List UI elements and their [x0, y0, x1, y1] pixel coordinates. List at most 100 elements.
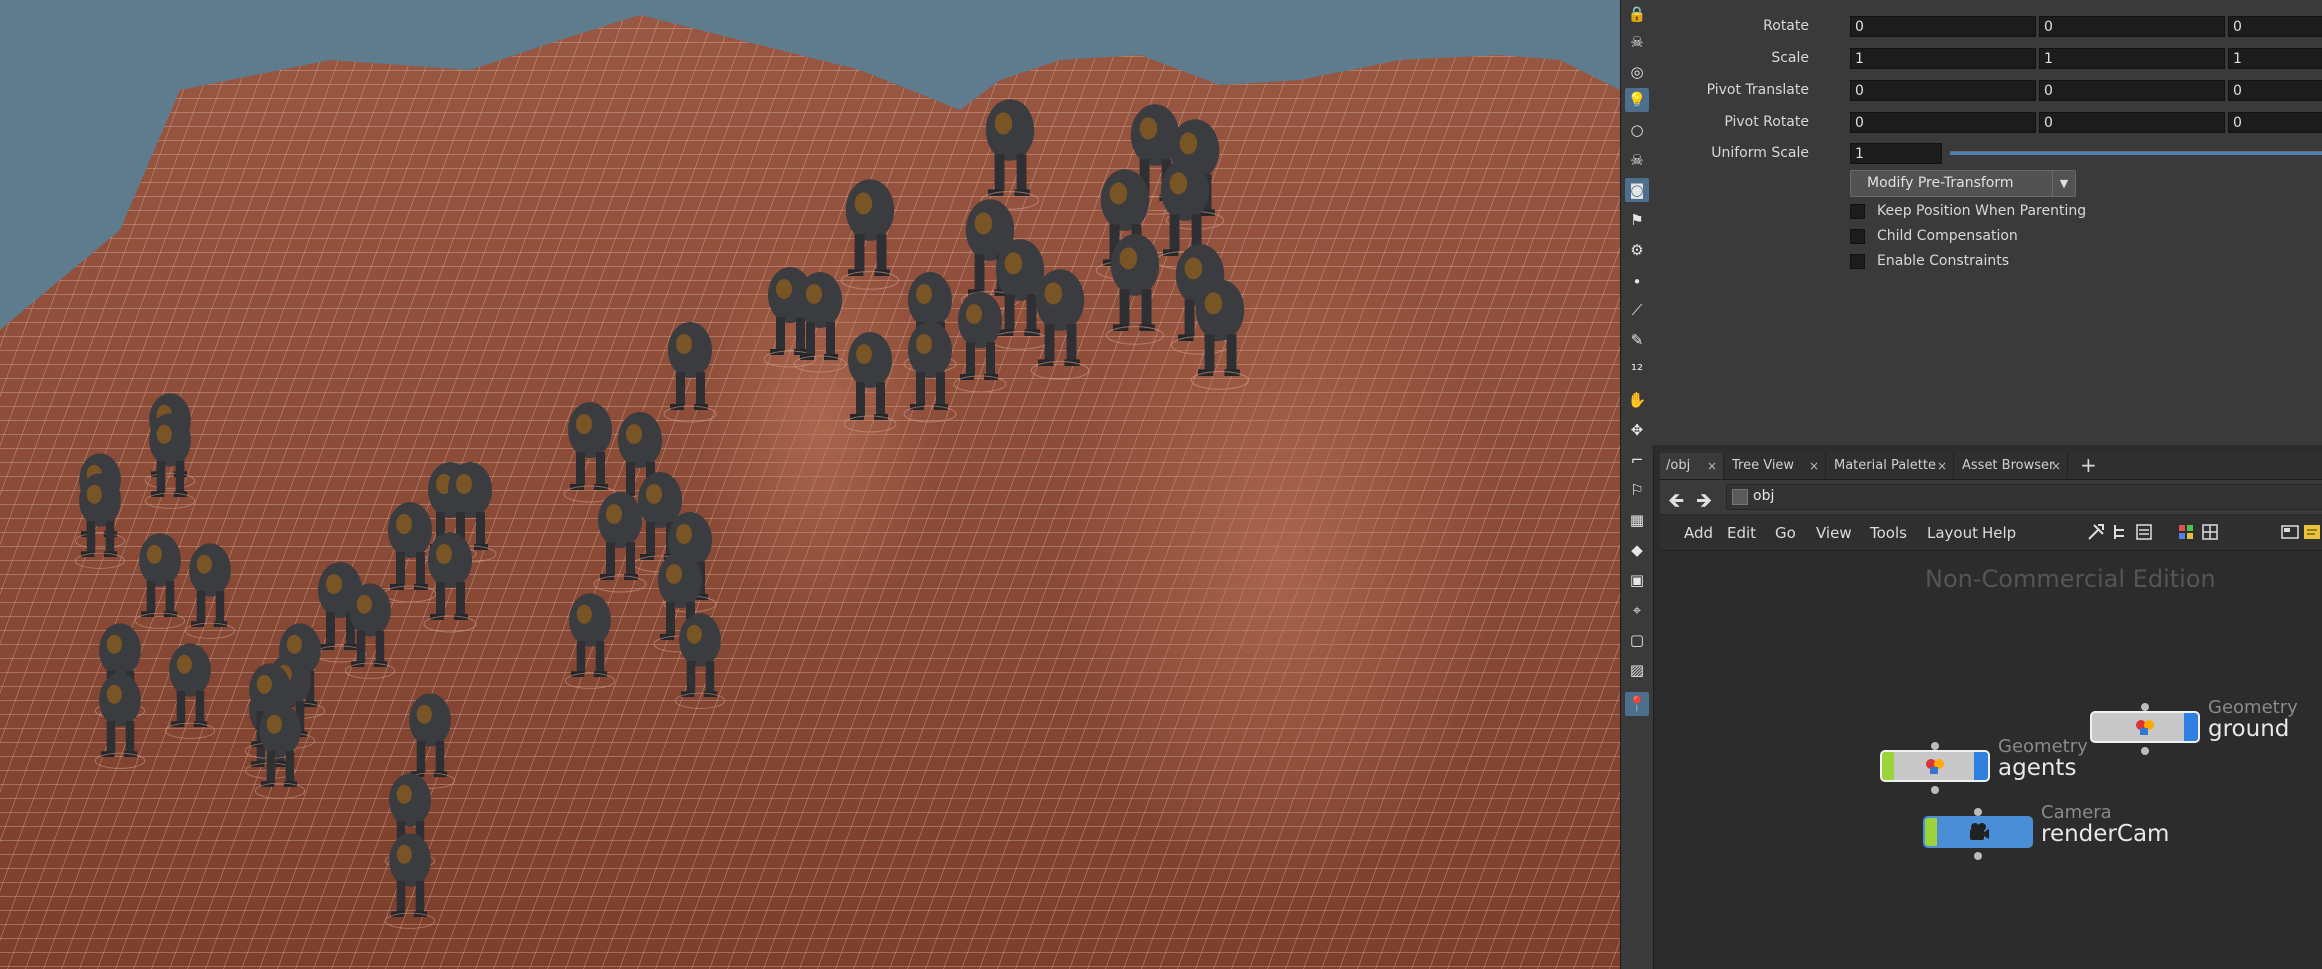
checkbox[interactable]: [1850, 204, 1865, 219]
node-display-flag[interactable]: [1925, 818, 1937, 846]
bulb-icon[interactable]: 💡: [1625, 88, 1649, 112]
parameter-pane: Rotate 0 0 0 Scale 1 1 1 Pivot Translate 0 0 0 Pivot…: [1652, 0, 2322, 445]
param-label: Pivot Translate: [1706, 82, 1809, 98]
grab-icon[interactable]: ✥: [1625, 418, 1649, 442]
checkbox[interactable]: [1850, 229, 1865, 244]
param-row-rotate: Rotate 0 0 0: [1652, 14, 2322, 38]
param-field[interactable]: 0: [2228, 16, 2322, 37]
corner-icon[interactable]: ⌐: [1625, 448, 1649, 472]
tab-asset-browser[interactable]: Asset Browser ×: [1956, 453, 2068, 479]
lock-icon[interactable]: 🔒: [1625, 2, 1649, 26]
modify-pre-transform-button[interactable]: Modify Pre-Transform ▼: [1850, 170, 2076, 197]
param-field[interactable]: 0: [2228, 80, 2322, 101]
pen-icon[interactable]: ✎: [1625, 328, 1649, 352]
diamond-icon[interactable]: ◆: [1625, 538, 1649, 562]
menu-add[interactable]: Add: [1684, 524, 1713, 542]
node-render-flag[interactable]: [2184, 713, 2198, 741]
network-editor[interactable]: Non-Commercial Edition Geometry ground G…: [1660, 551, 2322, 969]
param-row-pivot-rotate: Pivot Rotate 0 0 0: [1652, 110, 2322, 134]
close-icon[interactable]: ×: [2051, 453, 2061, 479]
uniform-scale-slider[interactable]: [1950, 151, 2322, 155]
param-field[interactable]: 1: [2039, 48, 2225, 69]
camera-rig-icon[interactable]: ⚙: [1625, 238, 1649, 262]
forward-arrow-icon[interactable]: 🡺: [1696, 486, 1712, 520]
brush-icon[interactable]: ⟋: [1625, 298, 1649, 322]
box-icon[interactable]: ▢: [1625, 628, 1649, 652]
node-body[interactable]: [2090, 711, 2200, 743]
node-render-flag[interactable]: [1974, 752, 1988, 780]
skull-outline-icon[interactable]: ☠: [1625, 148, 1649, 172]
point-icon[interactable]: ⌖: [1625, 598, 1649, 622]
menu-tools[interactable]: Tools: [1870, 524, 1907, 542]
back-arrow-icon[interactable]: 🡸: [1668, 486, 1684, 520]
bulb-outline-icon[interactable]: ○: [1625, 118, 1649, 142]
param-field[interactable]: 0: [2039, 80, 2225, 101]
menu-help[interactable]: Help: [1982, 524, 2016, 542]
wrench-icon[interactable]: [2086, 522, 2106, 542]
node-name-label: renderCam: [2041, 821, 2170, 847]
tree-icon[interactable]: [2110, 522, 2130, 542]
network-tab-bar: /obj × Tree View × Material Palette × Asset…: [1660, 451, 2322, 480]
node-input-connector[interactable]: [2141, 703, 2149, 711]
list-icon[interactable]: [2134, 522, 2154, 542]
param-field[interactable]: 0: [1850, 16, 2036, 37]
uniform-scale-field[interactable]: 1: [1850, 143, 1942, 164]
node-display-flag[interactable]: [2092, 713, 2104, 741]
menu-view[interactable]: View: [1816, 524, 1852, 542]
tab-tree-view[interactable]: Tree View ×: [1726, 453, 1826, 479]
add-tab-button[interactable]: +: [2080, 453, 2097, 477]
network-menu-bar: Add Edit Go View Tools Layout Help: [1660, 516, 2322, 551]
close-icon[interactable]: ×: [1809, 453, 1819, 479]
node-body[interactable]: [1923, 816, 2033, 848]
color-palette-icon[interactable]: [2176, 522, 2196, 542]
param-field[interactable]: 0: [2039, 16, 2225, 37]
node-output-connector[interactable]: [1974, 852, 1982, 860]
param-field[interactable]: 0: [2228, 112, 2322, 133]
param-field[interactable]: 0: [1850, 112, 2036, 133]
image-icon[interactable]: ▨: [1625, 658, 1649, 682]
node-input-connector[interactable]: [1931, 742, 1939, 750]
hand-icon[interactable]: ✋: [1625, 388, 1649, 412]
pin-icon[interactable]: 📍: [1625, 692, 1649, 716]
param-field[interactable]: 1: [2228, 48, 2322, 69]
geometry-icon: [1926, 759, 1944, 774]
tab-obj[interactable]: /obj ×: [1660, 453, 1724, 479]
close-icon[interactable]: ×: [1707, 453, 1717, 479]
modify-pre-transform-label: Modify Pre-Transform: [1867, 175, 2014, 191]
node-type-label: Camera: [2041, 802, 2112, 823]
node-body[interactable]: [1880, 750, 1990, 782]
flag-icon[interactable]: ⚐: [1625, 478, 1649, 502]
param-field[interactable]: 0: [1850, 80, 2036, 101]
tab-material-palette[interactable]: Material Palette ×: [1828, 453, 1954, 479]
checkbox[interactable]: [1850, 254, 1865, 269]
node-input-connector[interactable]: [1974, 808, 1982, 816]
checkbox-label: Child Compensation: [1877, 228, 2018, 244]
scene-viewport[interactable]: [0, 0, 1620, 969]
spotlight-icon[interactable]: ⚑: [1625, 208, 1649, 232]
param-field[interactable]: 1: [1850, 48, 2036, 69]
checker-icon[interactable]: ▦: [1625, 508, 1649, 532]
number-icon[interactable]: ¹²: [1625, 358, 1649, 382]
node-render-flag[interactable]: [2017, 818, 2031, 846]
sticky-note-icon[interactable]: [2302, 522, 2322, 542]
param-field[interactable]: 0: [2039, 112, 2225, 133]
grid-icon[interactable]: ▣: [1625, 568, 1649, 592]
geometry-icon: [2136, 720, 2154, 735]
node-output-connector[interactable]: [2141, 747, 2149, 755]
swirl-icon[interactable]: ◎: [1625, 60, 1649, 84]
menu-layout[interactable]: Layout: [1927, 524, 1978, 542]
edition-watermark: Non-Commercial Edition: [1925, 565, 2216, 593]
obj-context-icon: [1732, 489, 1748, 505]
menu-go[interactable]: Go: [1775, 524, 1796, 542]
display-options-icon[interactable]: [2280, 522, 2300, 542]
skull-icon[interactable]: ☠: [1625, 30, 1649, 54]
node-display-flag[interactable]: [1882, 752, 1894, 780]
dot-icon[interactable]: •: [1625, 270, 1649, 294]
path-bar: 🡸 🡺 obj: [1660, 480, 2322, 514]
node-output-connector[interactable]: [1931, 786, 1939, 794]
grid-layout-icon[interactable]: [2200, 522, 2220, 542]
menu-edit[interactable]: Edit: [1727, 524, 1756, 542]
camera-icon[interactable]: ◙: [1625, 178, 1649, 202]
network-path-field[interactable]: obj: [1726, 484, 2322, 510]
close-icon[interactable]: ×: [1937, 453, 1947, 479]
